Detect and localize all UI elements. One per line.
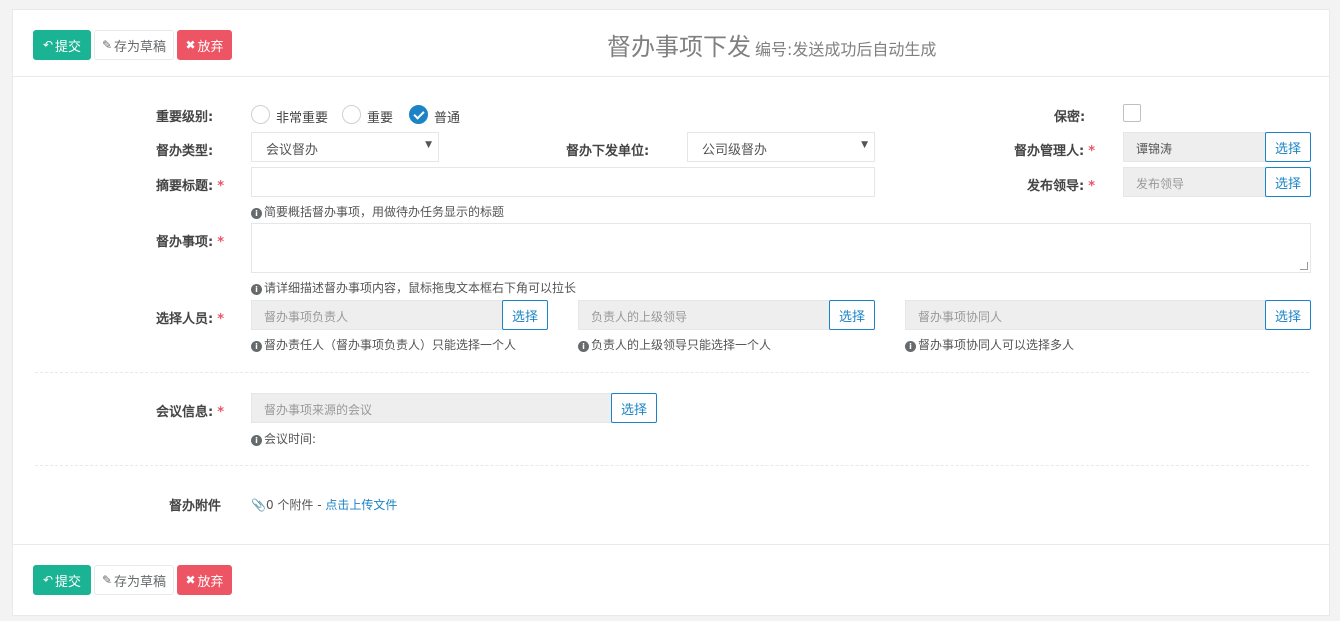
responsible-input[interactable]: 督办事项负责人	[251, 300, 503, 330]
form-panel: ↶ 提交 ✎ 存为草稿 ✖ 放弃 督办事项下发 编号:发送成功后自动生成 重要级别: 非…	[12, 9, 1330, 616]
caret-down-icon: ▼	[425, 140, 432, 150]
submit-button[interactable]: ↶ 提交	[33, 30, 91, 60]
manager-select-button[interactable]: 选择	[1265, 132, 1311, 162]
page-title: 督办事项下发 编号:发送成功后自动生成	[607, 33, 937, 61]
required-marker: *	[1088, 179, 1096, 194]
info-icon: i	[251, 341, 262, 352]
required-marker: *	[217, 405, 225, 420]
superior-select-button[interactable]: 选择	[829, 300, 875, 330]
publish-leader-label: 发布领导: *	[1027, 179, 1096, 194]
meeting-label: 会议信息: *	[156, 405, 225, 420]
manager-input[interactable]: 谭锦涛	[1123, 132, 1266, 162]
supervise-type-label: 督办类型:	[156, 144, 214, 159]
footer-discard-button[interactable]: ✖ 放弃	[177, 565, 232, 595]
required-marker: *	[1088, 144, 1096, 159]
info-icon: i	[905, 341, 916, 352]
close-icon: ✖	[185, 573, 196, 587]
confidential-label: 保密:	[1054, 110, 1086, 125]
attachments-label: 督办附件	[169, 499, 222, 514]
responsible-help: i 督办责任人（督办事项负责人）只能选择一个人	[251, 336, 516, 353]
required-marker: *	[217, 179, 225, 194]
matter-label: 督办事项: *	[156, 235, 225, 250]
manager-label: 督办管理人: *	[1014, 144, 1096, 159]
required-marker: *	[217, 235, 225, 250]
importance-option-label: 非常重要	[276, 111, 329, 126]
footer-submit-button[interactable]: ↶ 提交	[33, 565, 91, 595]
summary-title-input[interactable]	[251, 167, 875, 197]
attachments-info: 📎0 个附件 - 点击上传文件	[251, 498, 398, 512]
collaborators-select-button[interactable]: 选择	[1265, 300, 1311, 330]
save-draft-button[interactable]: ✎ 存为草稿	[94, 30, 174, 60]
info-icon: i	[578, 341, 589, 352]
page-subtitle: 编号:发送成功后自动生成	[755, 40, 937, 59]
info-icon: i	[251, 284, 262, 295]
form-footer: ↶ 提交 ✎ 存为草稿 ✖ 放弃	[13, 544, 1329, 615]
superior-help: i 负责人的上级领导只能选择一个人	[578, 336, 771, 353]
reply-icon: ↶	[42, 573, 54, 587]
form-header: ↶ 提交 ✎ 存为草稿 ✖ 放弃 督办事项下发 编号:发送成功后自动生成	[13, 10, 1329, 77]
reply-icon: ↶	[42, 38, 54, 52]
importance-option-label: 重要	[367, 111, 394, 126]
importance-radio-normal[interactable]	[409, 105, 428, 124]
meeting-input[interactable]: 督办事项来源的会议	[251, 393, 612, 423]
publish-leader-input[interactable]: 发布领导	[1123, 167, 1266, 197]
issuing-unit-label: 督办下发单位:	[566, 144, 650, 159]
upload-file-link[interactable]: 点击上传文件	[325, 498, 397, 512]
matter-textarea[interactable]	[251, 223, 1311, 273]
pencil-icon: ✎	[101, 573, 113, 587]
section-divider	[35, 465, 1309, 466]
resize-handle[interactable]	[1300, 262, 1308, 270]
issuing-unit-select[interactable]: 公司级督办 ▼	[687, 132, 875, 162]
importance-option-label: 普通	[434, 111, 461, 126]
importance-radio-very-important[interactable]	[251, 105, 270, 124]
importance-label: 重要级别:	[156, 110, 214, 125]
close-icon: ✖	[185, 38, 196, 52]
section-divider	[35, 372, 1309, 373]
superior-input[interactable]: 负责人的上级领导	[578, 300, 830, 330]
footer-save-draft-button[interactable]: ✎ 存为草稿	[94, 565, 174, 595]
pencil-icon: ✎	[101, 38, 113, 52]
meeting-select-button[interactable]: 选择	[611, 393, 657, 423]
meeting-help: i 会议时间:	[251, 430, 316, 447]
discard-button[interactable]: ✖ 放弃	[177, 30, 232, 60]
matter-help: i 请详细描述督办事项内容，鼠标拖曳文本框右下角可以拉长	[251, 279, 576, 296]
publish-leader-select-button[interactable]: 选择	[1265, 167, 1311, 197]
supervise-type-select[interactable]: 会议督办 ▼	[251, 132, 439, 162]
importance-radio-important[interactable]	[342, 105, 361, 124]
confidential-checkbox[interactable]	[1123, 104, 1141, 122]
collaborators-help: i 督办事项协同人可以选择多人	[905, 336, 1074, 353]
collaborators-input[interactable]: 督办事项协同人	[905, 300, 1266, 330]
caret-down-icon: ▼	[861, 140, 868, 150]
summary-title-label: 摘要标题: *	[156, 179, 225, 194]
responsible-select-button[interactable]: 选择	[502, 300, 548, 330]
paperclip-icon: 📎	[251, 498, 266, 512]
personnel-label: 选择人员: *	[156, 312, 225, 327]
info-icon: i	[251, 208, 262, 219]
info-icon: i	[251, 435, 262, 446]
summary-title-help: i 简要概括督办事项，用做待办任务显示的标题	[251, 203, 504, 220]
required-marker: *	[217, 312, 225, 327]
